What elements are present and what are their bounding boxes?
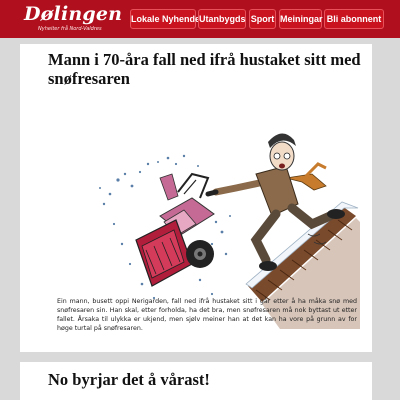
article-illustration bbox=[99, 133, 360, 329]
article-title[interactable]: Mann i 70-åra fall ned ifrå hustaket sit… bbox=[48, 50, 368, 88]
nav-utanbygds[interactable]: Utanbygds bbox=[198, 9, 246, 29]
article-body: Ein mann, busett oppi Nerigarden, fall n… bbox=[57, 298, 357, 332]
logo-tagline: Nyheiter frå Nord-Valdres bbox=[38, 26, 102, 32]
nav-meiningar[interactable]: Meiningar bbox=[279, 9, 323, 29]
nav-sport[interactable]: Sport bbox=[249, 9, 276, 29]
article-card: No byrjar det å vårast! bbox=[20, 362, 372, 400]
nav-bli-abonnent[interactable]: Bli abonnent bbox=[324, 9, 384, 29]
article-card: Mann i 70-åra fall ned ifrå hustaket sit… bbox=[20, 44, 372, 352]
nav-lokale-nyhende[interactable]: Lokale Nyhende bbox=[130, 9, 200, 29]
logo-text: Dølingen bbox=[24, 3, 123, 25]
site-logo[interactable]: Dølingen Nyheiter frå Nord-Valdres bbox=[24, 3, 122, 35]
snowblower-illustration bbox=[135, 172, 215, 287]
site-header: Dølingen Nyheiter frå Nord-Valdres Lokal… bbox=[0, 0, 400, 38]
article-title[interactable]: No byrjar det å vårast! bbox=[48, 370, 368, 389]
